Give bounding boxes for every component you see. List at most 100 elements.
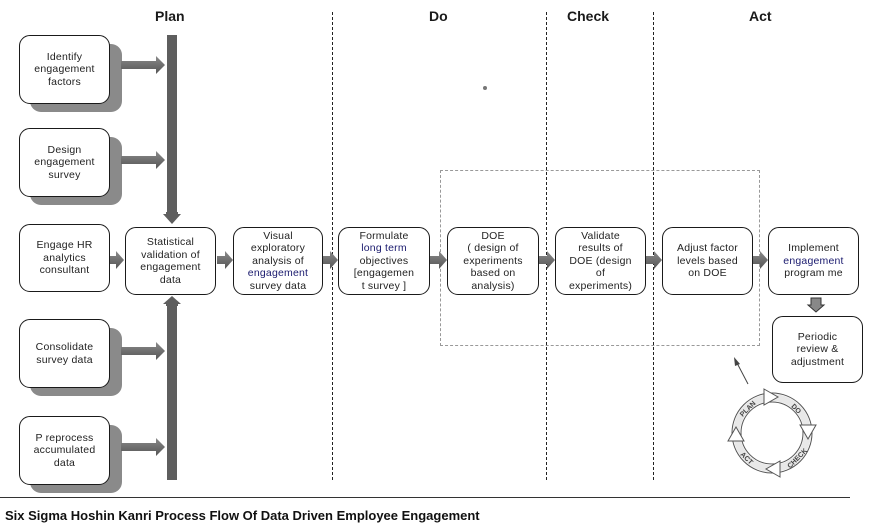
box-text: Engage HR analytics consultant [36, 239, 92, 277]
cycle-arrowhead [799, 424, 817, 441]
input-arrow [121, 342, 165, 360]
box-text-line: program me [784, 267, 843, 280]
box-text-line: validation of [141, 248, 200, 261]
box-text-line: Formulate [359, 229, 409, 242]
box-text-line: on DOE [688, 267, 727, 280]
box-text-line: DOE [481, 229, 505, 242]
phase-heading-plan: Plan [155, 8, 185, 24]
step-doe: DOE( design of experiments based on analysi… [447, 227, 539, 295]
box-text-line: [engagemen [353, 267, 415, 280]
box-text-line: DOE (design [569, 254, 632, 267]
cycle-label-do: DO [790, 403, 803, 416]
box-text-line: Adjust factor [677, 242, 738, 255]
step-periodic-review: Periodic review & adjustment [772, 316, 863, 383]
input-box-preprocess-data: P reprocess accumulated data [19, 416, 110, 485]
box-text-line: objectives [359, 254, 409, 267]
box-text-line: analysis of [252, 254, 304, 267]
cycle-label-act: ACT [739, 451, 755, 467]
box-text-line: Consolidate [35, 341, 94, 353]
box-text: Consolidate survey data [36, 341, 94, 366]
box-text-line: survey data [36, 353, 93, 366]
cycle-label-check: CHECK [787, 448, 810, 471]
input-arrow [121, 56, 165, 74]
box-text: Identify engagement factors [34, 51, 94, 89]
box-text: Visual exploratory analysis of engagement su… [248, 230, 308, 293]
box-text-line: survey [48, 168, 81, 181]
step-validate-doe-results: Validate results of DOE (design of experimen… [555, 227, 646, 295]
box-text-line: data [159, 273, 182, 286]
box-text-line: consultant [39, 264, 90, 277]
input-box-engage-consultant: Engage HR analytics consultant [19, 224, 110, 292]
box-text-line: ( design of [467, 242, 519, 255]
box-text: Validate results of DOE (design of experimen… [569, 230, 632, 293]
step-implement-program: Implement engagement program me [768, 227, 859, 295]
phase-heading-do: Do [429, 8, 448, 24]
box-text: DOE( design of experiments based on analysi… [463, 230, 522, 293]
box-text-line: levels based [677, 254, 738, 267]
box-text-line: based on [470, 267, 516, 280]
box-text-line: engagement [34, 156, 95, 169]
step-formulate-objectives: Formulate long term objectives [engagemen t … [338, 227, 430, 295]
box-text-line: data [53, 456, 76, 469]
box-text-line: engagement [34, 63, 95, 76]
box-text: Implement engagement program me [783, 242, 843, 280]
box-text: Statistical validation of engagement data [140, 236, 200, 286]
stray-mark [483, 86, 487, 90]
input-arrow [110, 251, 124, 269]
box-text-line: Visual [263, 229, 293, 242]
cycle-arrowhead [727, 425, 745, 442]
input-box-identify-factors: Identify engagement factors [19, 35, 110, 104]
step-visual-exploratory-analysis: Visual exploratory analysis of engagement su… [233, 227, 323, 295]
box-text-line: survey data [249, 279, 307, 292]
box-text: Design engagement survey [34, 144, 94, 182]
caption-divider [0, 497, 850, 498]
flow-arrow [217, 251, 233, 269]
box-text: Formulate long term objectives [engagemen t … [354, 230, 414, 293]
box-text: P reprocess accumulated data [34, 432, 96, 470]
box-text-line: experiments) [568, 279, 633, 292]
box-text: Adjust factor levels based on DOE [677, 242, 738, 280]
box-text-line: adjustment [790, 355, 845, 368]
input-arrow [121, 151, 165, 169]
phase-heading-check: Check [567, 8, 610, 24]
box-text-line: Statistical [146, 236, 195, 248]
box-text-line: analytics [43, 251, 86, 264]
pointer-arrow [734, 357, 749, 385]
box-text: Periodic review & adjustment [791, 331, 844, 369]
box-text-line: t survey ] [361, 279, 407, 292]
box-text-line: Validate [581, 229, 620, 242]
phase-divider-plan-do [332, 12, 333, 480]
cycle-arrowhead [763, 388, 780, 406]
box-text-line: engagement [783, 254, 844, 267]
down-arrow-to-review [806, 297, 826, 313]
box-text-line: analysis) [471, 279, 515, 292]
box-text-line: factors [48, 75, 81, 88]
down-arrow-into-validation [163, 212, 181, 224]
box-text-line: accumulated [33, 444, 96, 457]
flow-arrow [323, 251, 338, 269]
input-arrow [121, 438, 165, 456]
box-text-line: engagement [247, 267, 309, 280]
input-box-design-survey: Design engagement survey [19, 128, 110, 197]
box-text-line: review & [796, 343, 839, 356]
box-text-line: P reprocess [35, 431, 94, 444]
box-text-line: results of [578, 242, 623, 255]
pdca-cycle: PLAN DO CHECK ACT [727, 388, 817, 478]
phase-heading-act: Act [749, 8, 772, 24]
cycle-label-plan: PLAN [739, 400, 757, 418]
box-text-line: Engage HR [36, 239, 93, 252]
box-text-line: experiments [463, 254, 523, 267]
box-text-line: of [595, 267, 606, 280]
box-text-line: exploratory [250, 242, 306, 255]
collector-bar-top [167, 35, 177, 213]
step-statistical-validation: Statistical validation of engagement data [125, 227, 216, 295]
figure-caption: Six Sigma Hoshin Kanri Process Flow Of D… [5, 508, 480, 523]
box-text-line: Implement [788, 242, 839, 255]
box-text-line: Identify [46, 50, 83, 63]
input-box-consolidate-data: Consolidate survey data [19, 319, 110, 388]
cycle-arrowhead [764, 460, 781, 478]
step-adjust-factor-levels: Adjust factor levels based on DOE [662, 227, 753, 295]
box-text-line: Design [47, 143, 82, 156]
box-text-line: engagement [140, 261, 201, 273]
box-text-line: long term [361, 242, 407, 255]
